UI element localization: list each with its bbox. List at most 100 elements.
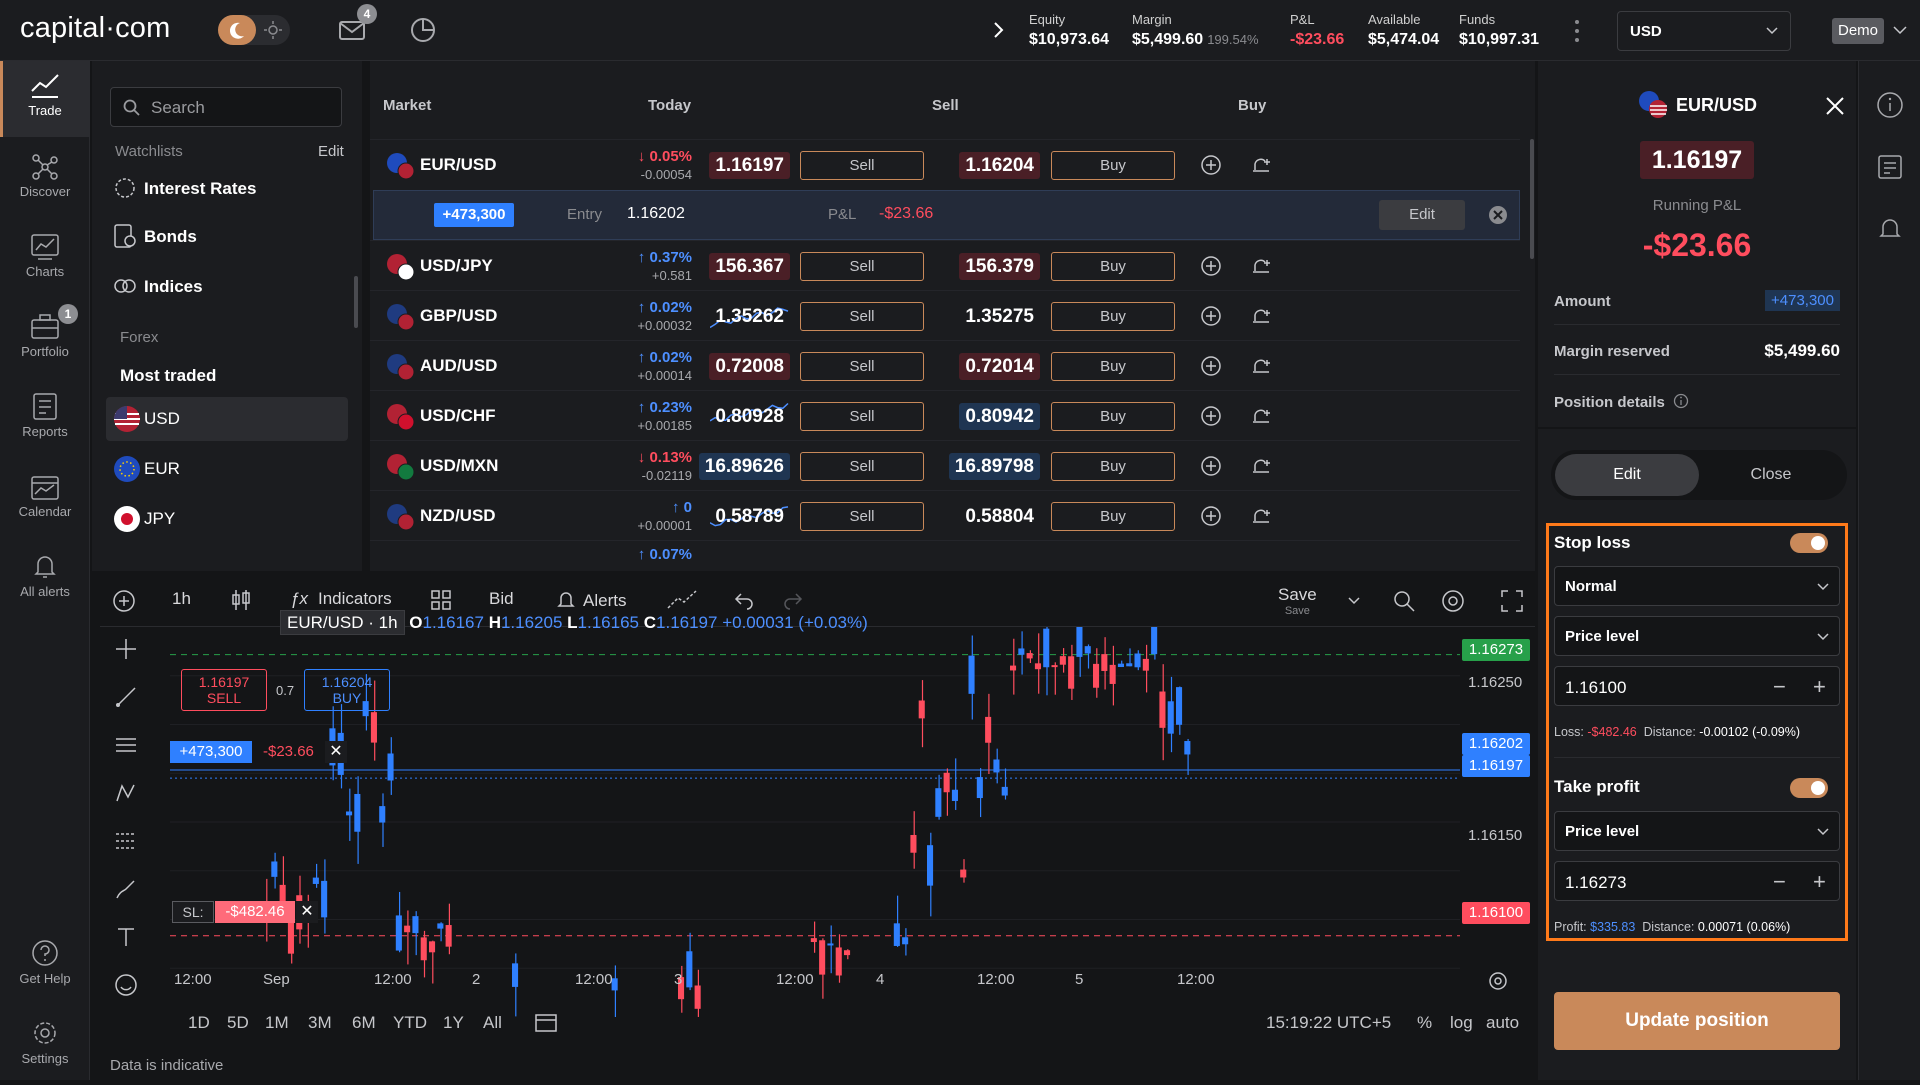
market-name[interactable]: NZD/USD bbox=[420, 506, 496, 526]
sl-value[interactable]: -$482.46 bbox=[215, 901, 295, 923]
timeframe-select[interactable]: 1h bbox=[172, 589, 191, 609]
increment-icon[interactable]: + bbox=[1813, 674, 1826, 700]
buy-button[interactable]: Buy bbox=[1051, 402, 1175, 431]
col-sell[interactable]: Sell bbox=[932, 97, 959, 114]
chevron-right-icon[interactable] bbox=[992, 20, 1006, 40]
period-button[interactable]: YTD bbox=[393, 1013, 427, 1033]
add-to-watchlist-icon[interactable] bbox=[1200, 305, 1222, 327]
period-button[interactable]: 1D bbox=[188, 1013, 210, 1033]
horizontal-lines-icon[interactable] bbox=[114, 733, 138, 757]
take-profit-toggle[interactable] bbox=[1790, 778, 1828, 798]
decrement-icon[interactable]: − bbox=[1773, 674, 1786, 700]
period-button[interactable]: 1M bbox=[265, 1013, 289, 1033]
market-name[interactable]: USD/JPY bbox=[420, 256, 493, 276]
market-scrollbar[interactable] bbox=[1530, 139, 1534, 259]
currency-eur[interactable]: EUR bbox=[106, 447, 348, 491]
buy-button[interactable]: Buy bbox=[1051, 252, 1175, 281]
demo-badge[interactable]: Demo bbox=[1832, 18, 1884, 44]
add-alert-icon[interactable] bbox=[1250, 455, 1272, 477]
add-alert-icon[interactable] bbox=[1250, 505, 1272, 527]
period-button[interactable]: All bbox=[483, 1013, 502, 1033]
save-button[interactable]: Save Save bbox=[1278, 585, 1317, 617]
add-to-watchlist-icon[interactable] bbox=[1200, 505, 1222, 527]
crosshair-icon[interactable] bbox=[114, 637, 138, 661]
info-icon[interactable] bbox=[1876, 91, 1904, 119]
sell-button[interactable]: Sell bbox=[800, 352, 924, 381]
add-to-watchlist-icon[interactable] bbox=[1200, 255, 1222, 277]
tab-edit[interactable]: Edit bbox=[1555, 454, 1699, 496]
undo-icon[interactable] bbox=[733, 590, 755, 610]
chevron-down-icon[interactable] bbox=[1893, 25, 1907, 35]
emoji-icon[interactable] bbox=[114, 973, 138, 997]
text-icon[interactable] bbox=[114, 925, 138, 949]
add-alert-icon[interactable] bbox=[1250, 405, 1272, 427]
chart-settings-icon[interactable] bbox=[1488, 971, 1508, 991]
tab-close[interactable]: Close bbox=[1699, 454, 1843, 496]
period-button[interactable]: 5D bbox=[227, 1013, 249, 1033]
buy-button[interactable]: Buy bbox=[1051, 151, 1175, 180]
take-profit-input[interactable]: 1.16273 − + bbox=[1554, 861, 1840, 901]
trendline-icon[interactable] bbox=[114, 685, 138, 709]
market-name[interactable]: GBP/USD bbox=[420, 306, 497, 326]
redo-icon[interactable] bbox=[782, 590, 804, 610]
buy-button[interactable]: Buy bbox=[1051, 352, 1175, 381]
increment-icon[interactable]: + bbox=[1813, 869, 1826, 895]
currency-select[interactable]: USD bbox=[1617, 11, 1791, 51]
add-to-watchlist-icon[interactable] bbox=[1200, 355, 1222, 377]
market-row-partial[interactable]: ↑ 0.07% bbox=[370, 540, 1520, 562]
take-profit-mode-select[interactable]: Price level bbox=[1554, 811, 1840, 851]
sell-button[interactable]: Sell bbox=[800, 502, 924, 531]
market-row[interactable]: EUR/USD ↓ 0.05% -0.00054 1.16197 Sell 1.16204… bbox=[370, 139, 1520, 189]
add-icon[interactable] bbox=[112, 589, 136, 613]
scale-percent[interactable]: % bbox=[1417, 1013, 1432, 1033]
logo[interactable]: capital·com bbox=[20, 12, 170, 45]
order-book-icon[interactable] bbox=[1876, 153, 1904, 181]
alerts-button[interactable]: Alerts bbox=[557, 589, 626, 611]
sl-remove-icon[interactable]: ✕ bbox=[296, 901, 318, 923]
stop-loss-toggle[interactable] bbox=[1790, 533, 1828, 553]
currency-jpy[interactable]: JPY bbox=[106, 497, 348, 541]
search-input[interactable]: Search bbox=[110, 87, 342, 127]
indicators-button[interactable]: ƒx Indicators bbox=[290, 589, 392, 609]
watchlists-edit-link[interactable]: Edit bbox=[318, 143, 344, 160]
buy-button[interactable]: Buy bbox=[1051, 502, 1175, 531]
period-button[interactable]: 3M bbox=[308, 1013, 332, 1033]
position-edit-button[interactable]: Edit bbox=[1379, 200, 1465, 230]
close-position-icon[interactable] bbox=[1488, 205, 1508, 225]
add-alert-icon[interactable] bbox=[1250, 355, 1272, 377]
watchlist-indices[interactable]: Indices bbox=[106, 265, 348, 309]
brush-icon[interactable] bbox=[114, 877, 138, 901]
market-row[interactable]: AUD/USD ↑ 0.02% +0.00014 0.72008 Sell 0.72014… bbox=[370, 340, 1520, 390]
watchlist-interest-rates[interactable]: Interest Rates bbox=[106, 167, 348, 211]
add-to-watchlist-icon[interactable] bbox=[1200, 154, 1222, 176]
currency-usd[interactable]: USD bbox=[106, 397, 348, 441]
col-today[interactable]: Today bbox=[648, 97, 691, 114]
market-row[interactable]: USD/JPY ↑ 0.37% +0.581 156.367 Sell 156.379 Bu… bbox=[370, 240, 1520, 290]
nav-all-alerts[interactable]: All alerts bbox=[0, 542, 90, 618]
nav-reports[interactable]: Reports bbox=[0, 382, 90, 458]
grid-layout-icon[interactable] bbox=[431, 590, 451, 610]
nav-portfolio[interactable]: Portfolio 1 bbox=[0, 302, 90, 378]
open-position-row[interactable]: +473,300 Entry 1.16202 P&L -$23.66 Edit bbox=[373, 190, 1520, 240]
sell-button[interactable]: Sell bbox=[800, 302, 924, 331]
watchlist-scrollbar[interactable] bbox=[354, 276, 358, 328]
nav-get-help[interactable]: Get Help bbox=[0, 929, 90, 1005]
chart-close-position-icon[interactable]: ✕ bbox=[325, 741, 347, 763]
zoom-icon[interactable] bbox=[1392, 589, 1416, 613]
mail-icon[interactable]: 4 bbox=[337, 4, 377, 46]
sell-button[interactable]: Sell bbox=[800, 151, 924, 180]
date-range-icon[interactable] bbox=[534, 1011, 558, 1033]
market-name[interactable]: EUR/USD bbox=[420, 155, 497, 175]
period-button[interactable]: 6M bbox=[352, 1013, 376, 1033]
col-buy[interactable]: Buy bbox=[1238, 97, 1266, 114]
buy-button[interactable]: Buy bbox=[1051, 452, 1175, 481]
buy-button[interactable]: Buy bbox=[1051, 302, 1175, 331]
stop-loss-input[interactable]: 1.16100 − + bbox=[1554, 666, 1840, 706]
sell-button[interactable]: Sell bbox=[800, 402, 924, 431]
nav-calendar[interactable]: Calendar bbox=[0, 462, 90, 538]
stop-loss-type-select[interactable]: Normal bbox=[1554, 566, 1840, 606]
position-details-link[interactable]: Position details bbox=[1554, 393, 1689, 411]
nav-discover[interactable]: Discover bbox=[0, 142, 90, 218]
market-row[interactable]: NZD/USD ↑ 0 +0.00001 0.58789 Sell 0.58804 Buy bbox=[370, 490, 1520, 540]
close-panel-icon[interactable] bbox=[1824, 95, 1846, 117]
